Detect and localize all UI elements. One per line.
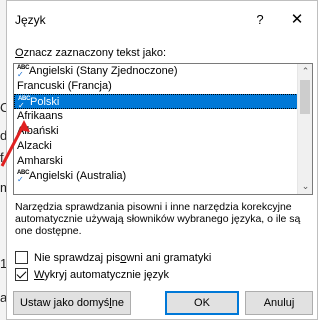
label-accelerator: W [34,268,45,281]
list-item[interactable]: Amharski [14,154,298,169]
list-item[interactable]: Albański [14,124,298,139]
language-list-label: Oznacz zaznaczony tekst jako: [15,47,166,59]
spellcheck-icon: ABC ✓ [18,96,31,110]
dialog-title: Język [15,13,46,27]
list-item[interactable]: ABC ✓ Angielski (Stany Zjednoczone) [14,64,298,79]
close-button[interactable]: ✕ [285,9,309,31]
button-label-part: Ustaw jako domyś [20,297,110,309]
auto-detect-label: Wykryj automatycznie język [34,269,169,281]
ok-button[interactable]: OK [165,291,239,315]
no-spellcheck-option[interactable]: Nie sprawdzaj pisowni ani gramatyki [15,251,211,264]
label-part: wni ani gramatyki [126,251,212,264]
annotation-arrow-icon [0,120,30,167]
list-item-label: Angielski (Australia) [29,170,127,182]
label-part: ykryj automatycznie język [44,268,170,281]
list-item-label: Angielski (Stany Zjednoczone) [29,65,178,77]
label-text: znacz zaznaczony tekst jako: [23,47,167,59]
label-accelerator: O [15,47,24,59]
list-item-label: Polski [30,96,60,108]
list-item[interactable]: Afrikaans [14,109,298,124]
label-part: Nie sprawdzaj pis [34,251,121,264]
scroll-down-arrow-icon[interactable]: ⌄ [298,179,312,194]
list-scrollbar[interactable]: ⌃ ⌄ [297,64,312,194]
auto-detect-checkbox[interactable] [15,268,28,281]
list-item[interactable]: Francuski (Francja) [14,79,298,94]
arrow-head [19,120,30,132]
spellcheck-icon: ABC ✓ [17,170,30,184]
no-spellcheck-label: Nie sprawdzaj pisowni ani gramatyki [34,252,211,264]
scroll-up-arrow-icon[interactable]: ⌃ [298,64,312,79]
button-label-part: ne [111,297,124,309]
list-item[interactable]: Alzacki [14,139,298,154]
no-spellcheck-checkbox[interactable] [15,251,28,264]
language-list: ABC ✓ Angielski (Stany Zjednoczone) Francus… [14,64,298,184]
spellcheck-icon: ABC ✓ [17,65,30,79]
language-dialog: Język ? ✕ Oznacz zaznaczony tekst jako: … [6,0,318,320]
language-listbox[interactable]: ABC ✓ Angielski (Stany Zjednoczone) Francus… [13,63,313,195]
set-default-button[interactable]: Ustaw jako domyślne [13,291,131,315]
scroll-thumb[interactable] [300,80,310,114]
list-item[interactable]: ABC ✓ Polski [14,94,298,110]
cancel-button[interactable]: Anuluj [245,291,313,315]
description-text: Narzędzia sprawdzania pisowni i inne nar… [15,201,301,237]
help-button[interactable]: ? [249,9,271,31]
list-item[interactable]: ABC ✓ Angielski (Australia) [14,169,298,184]
dialog-titlebar[interactable]: Język ? ✕ [7,1,317,37]
list-item-label: Francuski (Francja) [17,80,112,92]
auto-detect-option[interactable]: Wykryj automatycznie język [15,268,169,281]
